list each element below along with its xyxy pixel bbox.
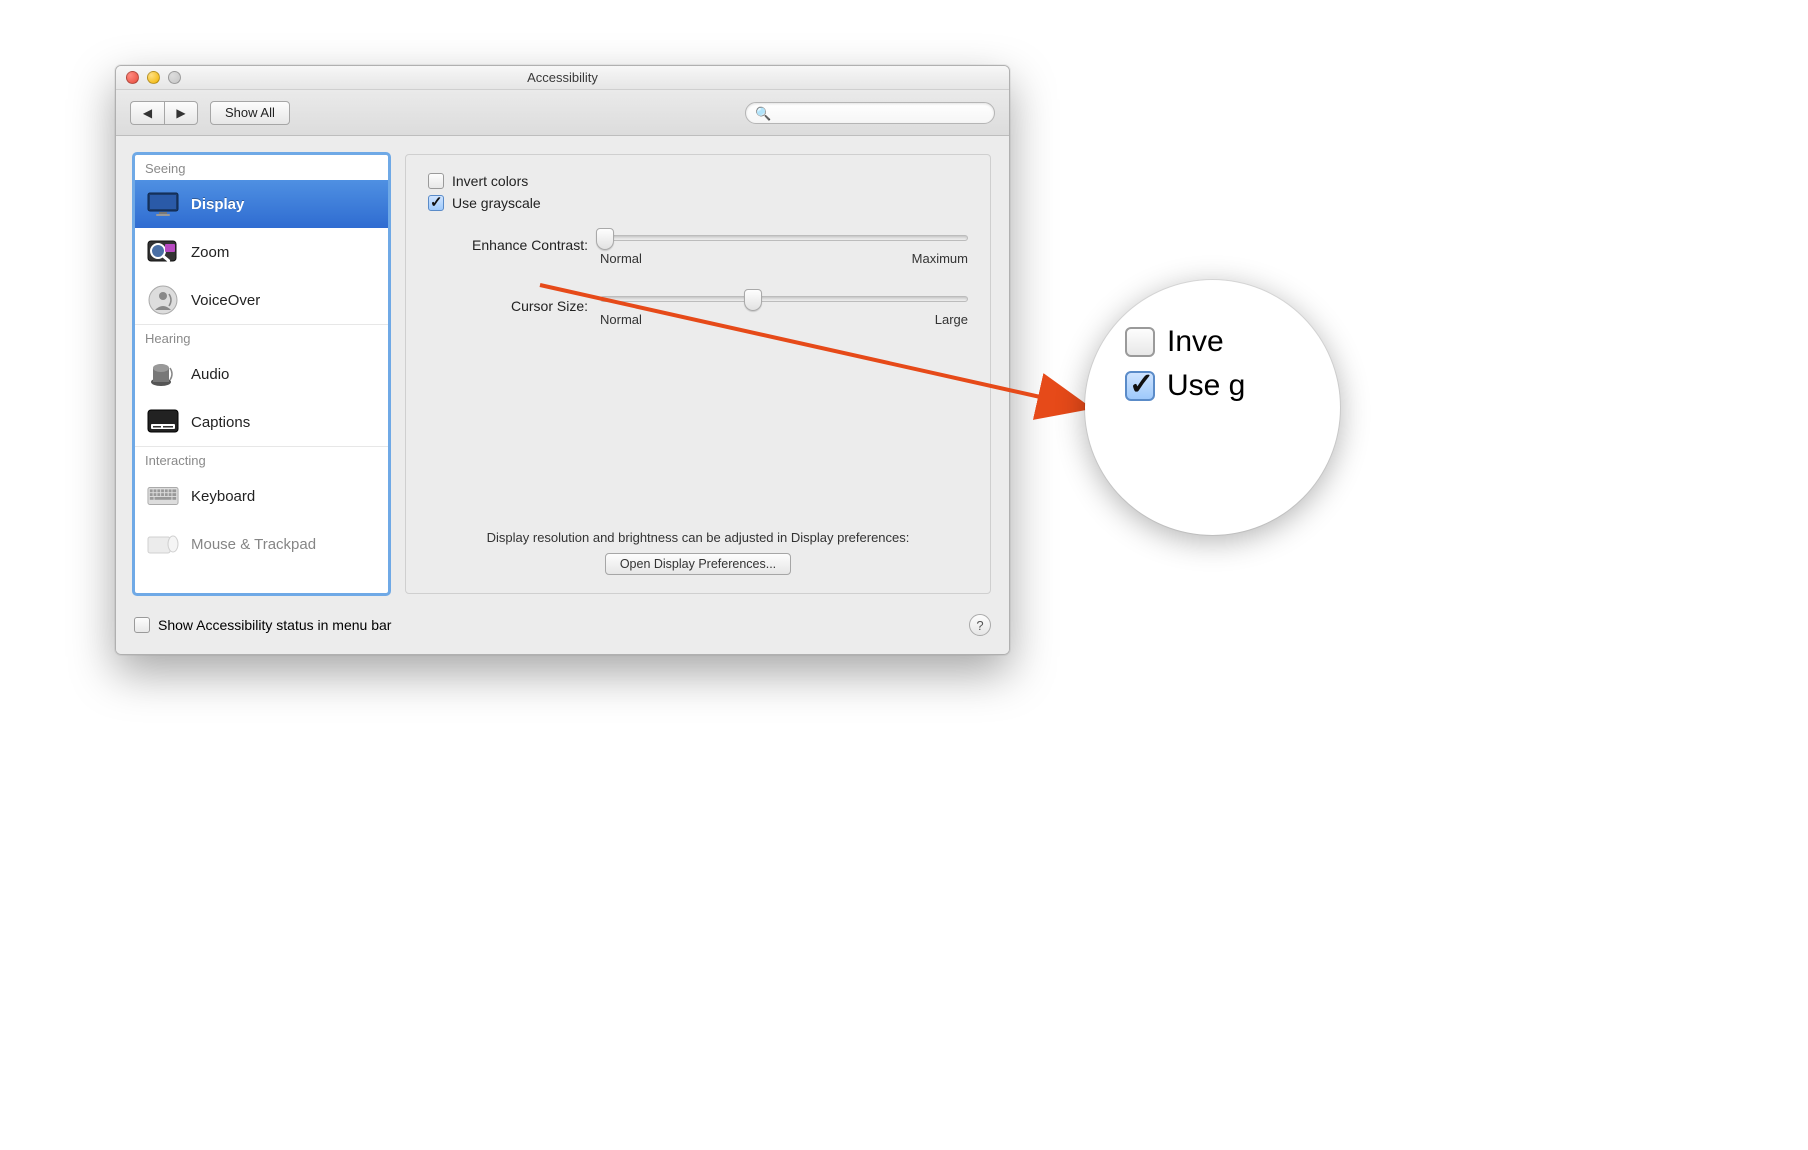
triangle-left-icon: ◀ <box>143 106 152 120</box>
display-prefs-note: Display resolution and brightness can be… <box>406 530 990 545</box>
slider-max-label: Large <box>935 312 968 327</box>
invert-colors-checkbox[interactable] <box>428 173 444 189</box>
lens-invert-text: Inve <box>1167 325 1224 359</box>
help-icon: ? <box>976 618 983 633</box>
display-panel: Invert colors Use grayscale Enhance Cont… <box>405 154 991 594</box>
titlebar: Accessibility <box>116 66 1009 90</box>
mouse-trackpad-icon <box>147 528 179 560</box>
status-menubar-label: Show Accessibility status in menu bar <box>158 617 391 633</box>
sidebar-item-label: Audio <box>191 366 229 383</box>
sidebar-item-label: Zoom <box>191 244 229 261</box>
section-seeing: Seeing <box>135 155 388 180</box>
search-wrap: 🔍 <box>745 102 995 124</box>
keyboard-icon <box>147 480 179 512</box>
lens-grayscale-text: Use g <box>1167 369 1245 403</box>
nav-segmented: ◀ ▶ <box>130 101 198 125</box>
search-input[interactable] <box>745 102 995 124</box>
slider-thumb[interactable] <box>744 289 762 311</box>
sidebar-item-mouse-trackpad[interactable]: Mouse & Trackpad <box>135 520 388 568</box>
help-button[interactable]: ? <box>969 614 991 636</box>
cursor-size-block: Cursor Size: Normal Large <box>428 296 968 327</box>
open-display-prefs-button[interactable]: Open Display Preferences... <box>605 553 791 575</box>
window-title: Accessibility <box>116 70 1009 85</box>
section-hearing: Hearing <box>135 324 388 350</box>
show-all-button[interactable]: Show All <box>210 101 290 125</box>
sidebar-item-label: Captions <box>191 414 250 431</box>
open-display-prefs-label: Open Display Preferences... <box>620 557 776 571</box>
sidebar-item-label: Keyboard <box>191 488 255 505</box>
captions-icon <box>147 406 179 438</box>
sidebar-item-label: Mouse & Trackpad <box>191 536 316 553</box>
voiceover-icon <box>147 284 179 316</box>
invert-colors-label: Invert colors <box>452 173 528 189</box>
zoom-lens-annotation: Inve Use g <box>1085 280 1340 535</box>
forward-button[interactable]: ▶ <box>164 101 198 125</box>
content-area: Seeing Display Zoom VoiceOver Hearing <box>116 136 1009 604</box>
enhance-contrast-slider[interactable]: Normal Maximum <box>600 235 968 266</box>
zoom-icon <box>147 236 179 268</box>
minimize-window-button[interactable] <box>147 71 160 84</box>
section-interacting: Interacting <box>135 446 388 472</box>
lens-grayscale-checkbox <box>1125 371 1155 401</box>
slider-min-label: Normal <box>600 312 642 327</box>
enhance-contrast-block: Enhance Contrast: Normal Maximum <box>428 235 968 266</box>
sidebar-item-label: VoiceOver <box>191 292 260 309</box>
triangle-right-icon: ▶ <box>176 106 185 120</box>
traffic-lights <box>116 71 181 84</box>
display-icon <box>147 188 179 220</box>
sidebar-item-label: Display <box>191 196 244 213</box>
toolbar: ◀ ▶ Show All 🔍 <box>116 90 1009 136</box>
display-prefs-note-block: Display resolution and brightness can be… <box>406 530 990 575</box>
sidebar-item-display[interactable]: Display <box>135 180 388 228</box>
audio-icon <box>147 358 179 390</box>
sidebar-item-zoom[interactable]: Zoom <box>135 228 388 276</box>
footer: Show Accessibility status in menu bar ? <box>116 604 1009 654</box>
lens-invert-checkbox <box>1125 327 1155 357</box>
invert-colors-row: Invert colors <box>428 173 968 189</box>
sidebar[interactable]: Seeing Display Zoom VoiceOver Hearing <box>134 154 389 594</box>
show-all-label: Show All <box>225 105 275 120</box>
use-grayscale-label: Use grayscale <box>452 195 541 211</box>
sidebar-item-voiceover[interactable]: VoiceOver <box>135 276 388 324</box>
search-icon: 🔍 <box>755 106 771 122</box>
sidebar-item-keyboard[interactable]: Keyboard <box>135 472 388 520</box>
slider-min-label: Normal <box>600 251 642 266</box>
use-grayscale-checkbox[interactable] <box>428 195 444 211</box>
status-menubar-checkbox[interactable] <box>134 617 150 633</box>
accessibility-window: Accessibility ◀ ▶ Show All 🔍 Seeing <box>115 65 1010 655</box>
sidebar-item-audio[interactable]: Audio <box>135 350 388 398</box>
cursor-size-label: Cursor Size: <box>428 296 588 314</box>
back-button[interactable]: ◀ <box>130 101 164 125</box>
cursor-size-slider[interactable]: Normal Large <box>600 296 968 327</box>
sidebar-item-captions[interactable]: Captions <box>135 398 388 446</box>
use-grayscale-row: Use grayscale <box>428 195 968 211</box>
slider-max-label: Maximum <box>912 251 968 266</box>
close-window-button[interactable] <box>126 71 139 84</box>
slider-thumb[interactable] <box>596 228 614 250</box>
zoom-window-button[interactable] <box>168 71 181 84</box>
enhance-contrast-label: Enhance Contrast: <box>428 235 588 253</box>
